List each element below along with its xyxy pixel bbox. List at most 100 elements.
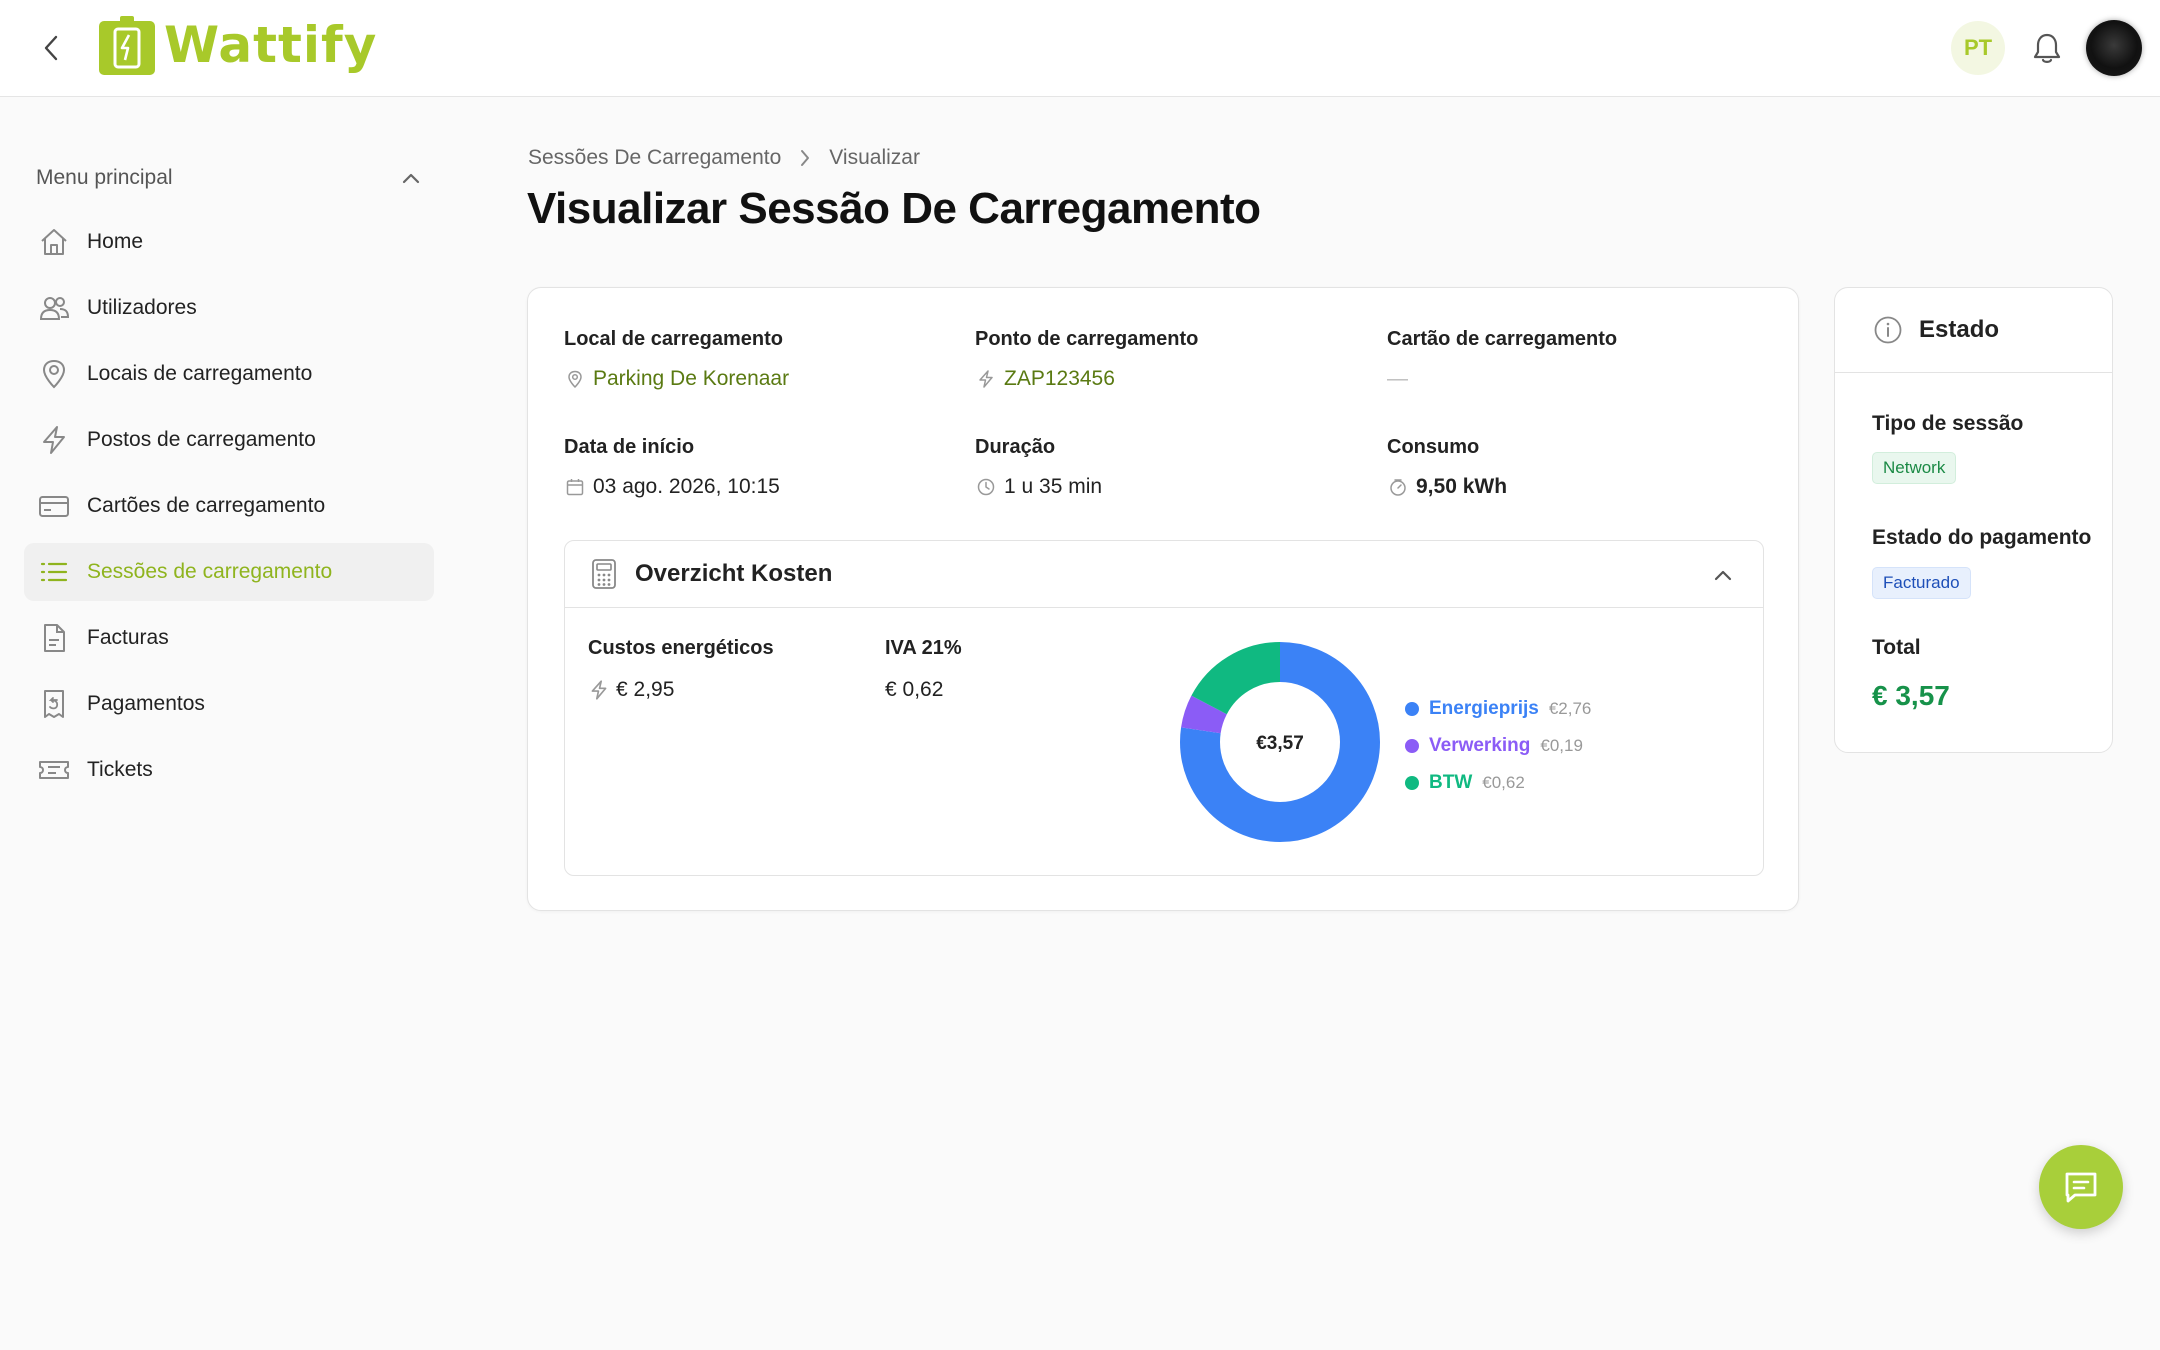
field-label: Data de início bbox=[564, 436, 695, 458]
chevron-right-icon bbox=[799, 149, 811, 167]
menu-section-header[interactable]: Menu principal bbox=[36, 163, 420, 193]
logo[interactable]: Wattify bbox=[98, 14, 377, 76]
sidebar-item-locations[interactable]: Locais de carregamento bbox=[24, 345, 434, 403]
bolt-icon bbox=[37, 423, 71, 457]
field-label: Ponto de carregamento bbox=[975, 328, 1199, 350]
status-card-title: Estado bbox=[1919, 316, 2000, 343]
clock-icon bbox=[975, 476, 997, 498]
sidebar-item-tickets[interactable]: Tickets bbox=[24, 741, 434, 799]
charge-point-value-row: ZAP123456 bbox=[975, 367, 1198, 391]
sidebar-item-payments[interactable]: Pagamentos bbox=[24, 675, 434, 733]
duration-value: 1 u 35 min bbox=[1004, 475, 1103, 498]
charge-card-value: — bbox=[1387, 367, 1408, 390]
field-label: Custos energéticos bbox=[588, 637, 774, 659]
field-label: Local de carregamento bbox=[564, 328, 783, 350]
legend-amount: €0,19 bbox=[1540, 735, 1583, 755]
battery-logo-icon bbox=[99, 16, 155, 75]
session-type-badge: Network bbox=[1872, 452, 1957, 484]
legend-item: BTW €0,62 bbox=[1405, 764, 1591, 801]
sidebar-item-label: Sessões de carregamento bbox=[87, 560, 333, 583]
vat-field: IVA 21% € 0,62 bbox=[885, 637, 962, 702]
map-pin-icon bbox=[37, 357, 71, 391]
info-icon bbox=[1874, 316, 1902, 344]
breadcrumb-current: Visualizar bbox=[829, 146, 920, 169]
calendar-icon bbox=[564, 476, 586, 498]
cost-breakdown-donut: €3,57 bbox=[1180, 642, 1380, 842]
cost-overview-panel: Overzicht Kosten Custos energéticos € 2,… bbox=[564, 540, 1764, 876]
cost-overview-title: Overzicht Kosten bbox=[635, 560, 833, 587]
user-initials-avatar[interactable]: PT bbox=[1951, 21, 2005, 75]
legend-item: Energieprijs €2,76 bbox=[1405, 690, 1591, 727]
donut-center-total: €3,57 bbox=[1256, 733, 1304, 754]
legend-item: Verwerking €0,19 bbox=[1405, 727, 1591, 764]
field-label: Cartão de carregamento bbox=[1387, 328, 1618, 350]
field-label: Duração bbox=[975, 436, 1056, 458]
session-type-label: Tipo de sessão bbox=[1872, 412, 2024, 435]
start-date-value: 03 ago. 2026, 10:15 bbox=[593, 475, 780, 498]
energy-cost-value-row: € 2,95 bbox=[588, 678, 774, 702]
legend-dot bbox=[1405, 701, 1419, 716]
energy-cost-value: € 2,95 bbox=[616, 678, 675, 701]
card-icon bbox=[37, 489, 71, 523]
notifications-button[interactable] bbox=[2028, 28, 2066, 68]
logo-text: Wattify bbox=[164, 16, 378, 74]
breadcrumb-link-sessions[interactable]: Sessões De Carregamento bbox=[528, 146, 781, 170]
list-icon bbox=[37, 555, 71, 589]
page-title: Visualizar Sessão De Carregamento bbox=[527, 184, 1261, 233]
sidebar-item-label: Cartões de carregamento bbox=[87, 494, 326, 517]
chat-bubble-icon bbox=[2065, 1172, 2097, 1203]
consumption-field: Consumo 9,50 kWh bbox=[1387, 436, 1507, 499]
sidebar-item-label: Home bbox=[87, 230, 144, 253]
legend-dot bbox=[1405, 738, 1419, 753]
status-card: Estado Tipo de sessão Network Estado do … bbox=[1834, 287, 2113, 753]
status-card-header: Estado bbox=[1835, 288, 2112, 373]
duration-value-row: 1 u 35 min bbox=[975, 475, 1102, 499]
chevron-up-icon[interactable] bbox=[1711, 563, 1735, 587]
start-date-value-row: 03 ago. 2026, 10:15 bbox=[564, 475, 780, 499]
sidebar-item-label: Facturas bbox=[87, 626, 169, 649]
cost-overview-header[interactable]: Overzicht Kosten bbox=[565, 541, 1763, 608]
sidebar-item-home[interactable]: Home bbox=[24, 213, 434, 271]
charge-card-field: Cartão de carregamento — bbox=[1387, 328, 1617, 391]
legend-name: BTW bbox=[1429, 771, 1473, 793]
consumption-value-row: 9,50 kWh bbox=[1387, 475, 1507, 499]
user-avatar[interactable] bbox=[2086, 20, 2142, 76]
sidebar-item-charge-sessions[interactable]: Sessões de carregamento bbox=[24, 543, 434, 601]
vat-value-row: € 0,62 bbox=[885, 678, 962, 702]
duration-field: Duração 1 u 35 min bbox=[975, 436, 1102, 499]
calculator-icon bbox=[592, 559, 616, 589]
back-button[interactable] bbox=[34, 30, 70, 66]
location-field: Local de carregamento Parking De Korenaa… bbox=[564, 328, 789, 391]
sidebar-item-invoices[interactable]: Facturas bbox=[24, 609, 434, 667]
legend-name: Verwerking bbox=[1429, 734, 1531, 756]
sidebar: Menu principal Home Utilizadores Locais … bbox=[0, 97, 460, 1350]
sidebar-item-label: Locais de carregamento bbox=[87, 362, 313, 385]
legend-amount: €0,62 bbox=[1482, 772, 1525, 792]
chat-button[interactable] bbox=[2039, 1145, 2123, 1229]
chevron-up-icon bbox=[402, 173, 420, 184]
legend-amount: €2,76 bbox=[1548, 698, 1592, 718]
charge-point-field: Ponto de carregamento ZAP123456 bbox=[975, 328, 1198, 391]
sidebar-item-users[interactable]: Utilizadores bbox=[24, 279, 434, 337]
sidebar-item-charge-cards[interactable]: Cartões de carregamento bbox=[24, 477, 434, 535]
location-link[interactable]: Parking De Korenaar bbox=[593, 367, 789, 391]
sidebar-item-label: Tickets bbox=[87, 758, 153, 781]
document-icon bbox=[37, 621, 71, 655]
energy-cost-field: Custos energéticos € 2,95 bbox=[588, 637, 774, 702]
payment-status-label: Estado do pagamento bbox=[1872, 526, 2092, 549]
charge-point-link[interactable]: ZAP123456 bbox=[1004, 367, 1115, 391]
vat-value: € 0,62 bbox=[885, 678, 944, 701]
sidebar-item-label: Utilizadores bbox=[87, 296, 197, 319]
breadcrumb: Sessões De Carregamento Visualizar bbox=[528, 146, 920, 170]
gauge-icon bbox=[1387, 476, 1409, 498]
receipt-icon bbox=[37, 687, 71, 721]
ticket-icon bbox=[37, 753, 71, 787]
sidebar-item-charge-points[interactable]: Postos de carregamento bbox=[24, 411, 434, 469]
chevron-left-icon bbox=[44, 35, 58, 61]
bell-icon bbox=[2033, 33, 2061, 63]
bolt-icon bbox=[975, 368, 997, 390]
legend-dot bbox=[1405, 775, 1419, 790]
sidebar-item-label: Postos de carregamento bbox=[87, 428, 316, 451]
total-value: € 3,57 bbox=[1872, 680, 1950, 711]
map-pin-icon bbox=[564, 368, 586, 390]
